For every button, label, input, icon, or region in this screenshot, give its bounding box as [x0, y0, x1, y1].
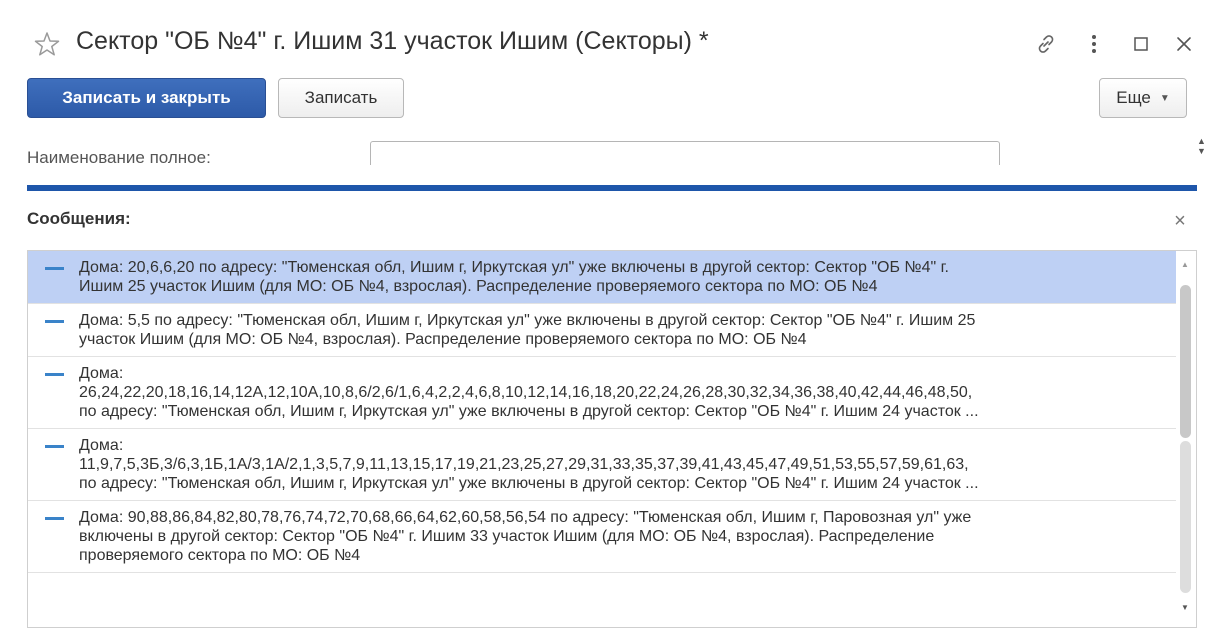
message-text-line: 26,24,22,20,18,16,14,12А,12,10А,10,8,6/2… [79, 384, 973, 401]
window-title-bar: Сектор "ОБ №4" г. Ишим 31 участок Ишим (… [0, 0, 1207, 78]
message-text-line: Дома: [79, 365, 124, 382]
message-text-line: Дома: 5,5 по адресу: "Тюменская обл, Иши… [79, 312, 976, 329]
message-dash-icon [45, 267, 64, 270]
message-dash-icon [45, 517, 64, 520]
chevron-down-icon: ▼ [1159, 92, 1170, 104]
messages-splitter[interactable] [27, 185, 1197, 191]
message-text-line: по адресу: "Тюменская обл, Ишим г, Иркут… [79, 475, 979, 492]
full-name-label: Наименование полное: [27, 148, 211, 164]
scroll-down-icon[interactable]: ▼ [1181, 603, 1189, 612]
more-vertical-icon[interactable] [1082, 31, 1106, 57]
message-item[interactable]: Дома: 26,24,22,20,18,16,14,12А,12,10А,10,… [28, 357, 1177, 429]
message-text-line: 11,9,7,5,3Б,3/6,3,1Б,1А/3,1А/2,1,3,5,7,9… [79, 456, 969, 473]
message-dash-icon [45, 320, 64, 323]
messages-close-icon[interactable]: × [1170, 211, 1190, 231]
scroll-up-icon[interactable]: ▲ [1181, 260, 1189, 269]
link-icon[interactable] [1032, 31, 1060, 57]
message-item[interactable]: Дома: 90,88,86,84,82,80,78,76,74,72,70,6… [28, 501, 1177, 573]
message-text-line: Дома: 20,6,6,20 по адресу: "Тюменская об… [79, 259, 949, 276]
message-text-line: по адресу: "Тюменская обл, Ишим г, Иркут… [79, 403, 979, 420]
scrollbar-thumb[interactable] [1180, 285, 1191, 438]
message-dash-icon [45, 373, 64, 376]
message-text-line: включены в другой сектор: Сектор "ОБ №4"… [79, 528, 935, 545]
message-text-line: Дома: 90,88,86,84,82,80,78,76,74,72,70,6… [79, 509, 972, 526]
message-text-line: проверяемого сектора по МО: ОБ №4 [79, 547, 361, 564]
message-text-line: участок Ишим (для МО: ОБ №4, взрослая). … [79, 331, 807, 348]
scrollbar-track[interactable] [1180, 441, 1191, 593]
message-text-line: Дома: [79, 437, 124, 454]
message-item[interactable]: Дома: 11,9,7,5,3Б,3/6,3,1Б,1А/3,1А/2,1,3,… [28, 429, 1177, 501]
message-item[interactable]: Дома: 20,6,6,20 по адресу: "Тюменская об… [28, 251, 1177, 304]
star-icon[interactable] [33, 30, 61, 58]
message-text-line: Ишим 25 участок Ишим (для МО: ОБ №4, взр… [79, 278, 878, 295]
messages-panel: Дома: 20,6,6,20 по адресу: "Тюменская об… [27, 250, 1197, 628]
more-actions-button[interactable]: Еще ▼ [1099, 78, 1187, 118]
full-name-input[interactable] [370, 141, 1000, 165]
window-title: Сектор "ОБ №4" г. Ишим 31 участок Ишим (… [76, 27, 709, 55]
message-item[interactable]: Дома: 5,5 по адресу: "Тюменская обл, Иши… [28, 304, 1177, 357]
form-scroll-arrows-icon[interactable]: ▲ ▼ [1197, 136, 1207, 156]
messages-title: Сообщения: [27, 209, 131, 228]
save-and-close-button[interactable]: Записать и закрыть [27, 78, 266, 118]
maximize-icon[interactable] [1130, 31, 1152, 57]
close-icon[interactable] [1172, 31, 1196, 57]
message-dash-icon [45, 445, 64, 448]
messages-list: Дома: 20,6,6,20 по адресу: "Тюменская об… [28, 251, 1177, 573]
messages-scrollbar[interactable]: ▲ ▼ [1176, 251, 1196, 627]
save-button[interactable]: Записать [278, 78, 404, 118]
more-actions-label: Еще [1116, 88, 1151, 107]
